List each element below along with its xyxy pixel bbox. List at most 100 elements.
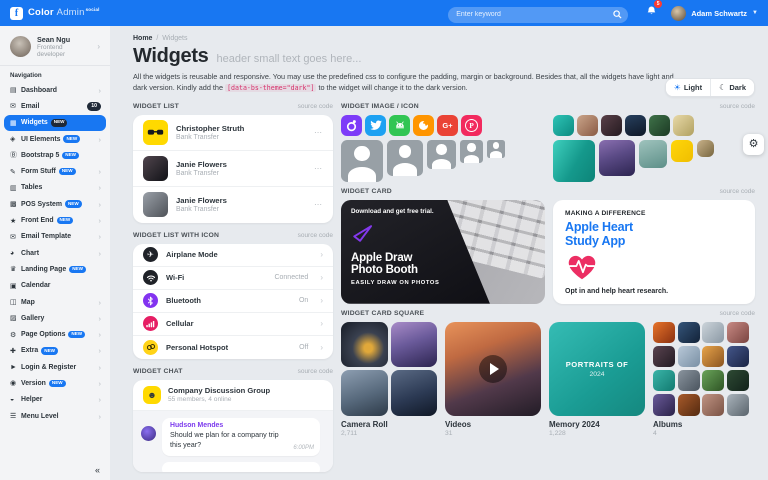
notifications-button[interactable]: 5: [646, 4, 657, 22]
sidebar-item[interactable]: ◒ Helper ›: [4, 392, 106, 408]
sidebar-item[interactable]: ♛ Landing Page NEW: [4, 261, 106, 277]
main-content: Home / Widgets Widgets header small text…: [110, 26, 768, 480]
sidebar-badge: NEW: [68, 331, 85, 339]
source-code-link[interactable]: source code: [720, 310, 755, 317]
sidebar-item[interactable]: Ⓑ Bootstrap 5 NEW: [4, 147, 106, 163]
chevron-right-icon: ›: [97, 42, 100, 51]
photo-thumbnail: [601, 115, 622, 136]
sidebar-item[interactable]: ⚙ Page Options NEW ›: [4, 326, 106, 342]
sidebar-item[interactable]: ▤ Dashboard ›: [4, 82, 106, 98]
sidebar-item[interactable]: ► Login & Register ›: [4, 359, 106, 375]
sidebar-profile[interactable]: Sean Ngu Frontend developer ›: [0, 26, 110, 66]
chevron-right-icon: ›: [320, 296, 323, 305]
calendar-icon: ▣: [10, 282, 21, 290]
album-card-memory[interactable]: PORTRAITS OF 2024 Memory 2024 1,228: [549, 322, 645, 437]
sidebar-item[interactable]: ✚ Extra NEW ›: [4, 343, 106, 359]
list-item: Christopher Struth Bank Transfer ⋯: [133, 115, 333, 151]
sidebar-item[interactable]: ▩ POS System NEW ›: [4, 196, 106, 212]
sidebar-item-label: Page Options: [21, 331, 65, 338]
sidebar-item[interactable]: ✉ Email 10: [4, 98, 106, 114]
avatar: [143, 156, 168, 181]
helper-icon: ◒: [10, 396, 21, 403]
sidebar-collapse-button[interactable]: «: [95, 465, 100, 475]
brand-text: Color Adminsocial: [28, 7, 100, 18]
inline-code: [data-bs-theme="dark"]: [225, 84, 316, 92]
more-options-button[interactable]: ⋯: [314, 128, 323, 137]
brand[interactable]: f Color Adminsocial: [10, 7, 130, 20]
firefox-icon[interactable]: [413, 115, 434, 136]
light-theme-button[interactable]: ☀Light: [666, 79, 711, 96]
list-item-cellular[interactable]: Cellular ›: [133, 313, 333, 336]
photo: [702, 394, 724, 416]
album-card-camera-roll[interactable]: Camera Roll 2,711: [341, 322, 437, 437]
pinterest-icon[interactable]: P: [461, 115, 482, 136]
gallery-icon: ▨: [10, 314, 21, 322]
sidebar-badge: NEW: [41, 347, 58, 355]
photo-thumbnail: [697, 140, 714, 157]
reddit-icon[interactable]: [341, 115, 362, 136]
breadcrumb-home[interactable]: Home: [133, 35, 152, 42]
dark-theme-button[interactable]: ☾Dark: [710, 79, 754, 96]
android-icon[interactable]: [389, 115, 410, 136]
airplane-icon: ✈: [143, 247, 158, 262]
source-code-link[interactable]: source code: [720, 188, 755, 195]
list-item: Janie Flowers Bank Transfer ⋯: [133, 187, 333, 223]
chat-time: 6:00PM: [293, 445, 314, 451]
photo: [727, 370, 749, 392]
triangle-logo-icon: [351, 221, 535, 248]
widgets-icon: ▦: [10, 119, 21, 127]
bluetooth-icon: [143, 293, 158, 308]
chevron-right-icon: ›: [320, 319, 323, 328]
album-card-videos[interactable]: Videos 31: [445, 322, 541, 437]
sidebar-item-label: UI Elements: [21, 136, 60, 143]
sidebar-item[interactable]: ▣ Calendar: [4, 278, 106, 294]
search-icon[interactable]: [613, 6, 622, 24]
contact-name: Christopher Struth: [176, 124, 244, 133]
sidebar-item-label: Dashboard: [21, 87, 57, 94]
list-item-wifi[interactable]: Wi-Fi Connected ›: [133, 267, 333, 290]
sidebar-item-label: Email Template: [21, 233, 71, 240]
sidebar-item[interactable]: ▨ Gallery ›: [4, 310, 106, 326]
sidebar-item[interactable]: ✉ Email Template ›: [4, 229, 106, 245]
sidebar-item[interactable]: ◉ Version NEW ›: [4, 375, 106, 391]
user-menu[interactable]: Adam Schwartz ▼: [671, 6, 758, 21]
sidebar-item[interactable]: ☰ Menu Level ›: [4, 408, 106, 424]
album-card-albums[interactable]: Albums 4: [653, 322, 749, 437]
promo-card[interactable]: Download and get free trial. Apple DrawP…: [341, 200, 545, 304]
sidebar-item[interactable]: ▥ Tables ›: [4, 180, 106, 196]
source-code-link[interactable]: source code: [298, 368, 333, 375]
sidebar-item[interactable]: ◫ Map ›: [4, 294, 106, 310]
widget-list-card: Christopher Struth Bank Transfer ⋯ Janie…: [133, 115, 333, 223]
widget-list-icon-card: ✈ Airplane Mode › Wi-Fi Connected ›: [133, 244, 333, 359]
chat-header[interactable]: ☻ Company Discussion Group 55 members, 4…: [133, 380, 333, 411]
list-item-personal-hotspot[interactable]: Personal Hotspot Off ›: [133, 336, 333, 359]
more-options-button[interactable]: ⋯: [314, 164, 323, 173]
chevron-right-icon: ›: [99, 167, 102, 176]
source-code-link[interactable]: source code: [298, 103, 333, 110]
photo: [727, 322, 749, 344]
sidebar-item[interactable]: ◕ Chart ›: [4, 245, 106, 261]
sidebar: Sean Ngu Frontend developer › Navigation…: [0, 26, 110, 480]
sidebar-item[interactable]: ▦ Widgets NEW: [4, 115, 106, 131]
avatar: [10, 36, 31, 57]
heart-study-card[interactable]: MAKING A DIFFERENCE Apple HeartStudy App…: [553, 200, 755, 304]
list-item-bluetooth[interactable]: Bluetooth On ›: [133, 290, 333, 313]
search-input[interactable]: [448, 7, 628, 23]
twitter-icon[interactable]: [365, 115, 386, 136]
theme-toggle: ☀Light ☾Dark: [665, 78, 755, 97]
chevron-right-icon: ›: [99, 183, 102, 192]
photo: [727, 346, 749, 368]
source-code-link[interactable]: source code: [298, 232, 333, 239]
sidebar-item[interactable]: ◈ UI Elements NEW ›: [4, 131, 106, 147]
settings-gear-button[interactable]: ⚙: [743, 134, 764, 155]
more-options-button[interactable]: ⋯: [314, 200, 323, 209]
source-code-link[interactable]: source code: [720, 103, 755, 110]
sidebar-badge: NEW: [65, 200, 82, 208]
google-plus-icon[interactable]: G+: [437, 115, 458, 136]
photo: [391, 322, 438, 368]
list-item-airplane-mode[interactable]: ✈ Airplane Mode ›: [133, 244, 333, 267]
sidebar-item[interactable]: ★ Front End NEW ›: [4, 212, 106, 228]
status-value: Connected: [274, 274, 308, 281]
sidebar-item[interactable]: ✎ Form Stuff NEW ›: [4, 163, 106, 179]
play-button-icon[interactable]: [479, 355, 507, 383]
